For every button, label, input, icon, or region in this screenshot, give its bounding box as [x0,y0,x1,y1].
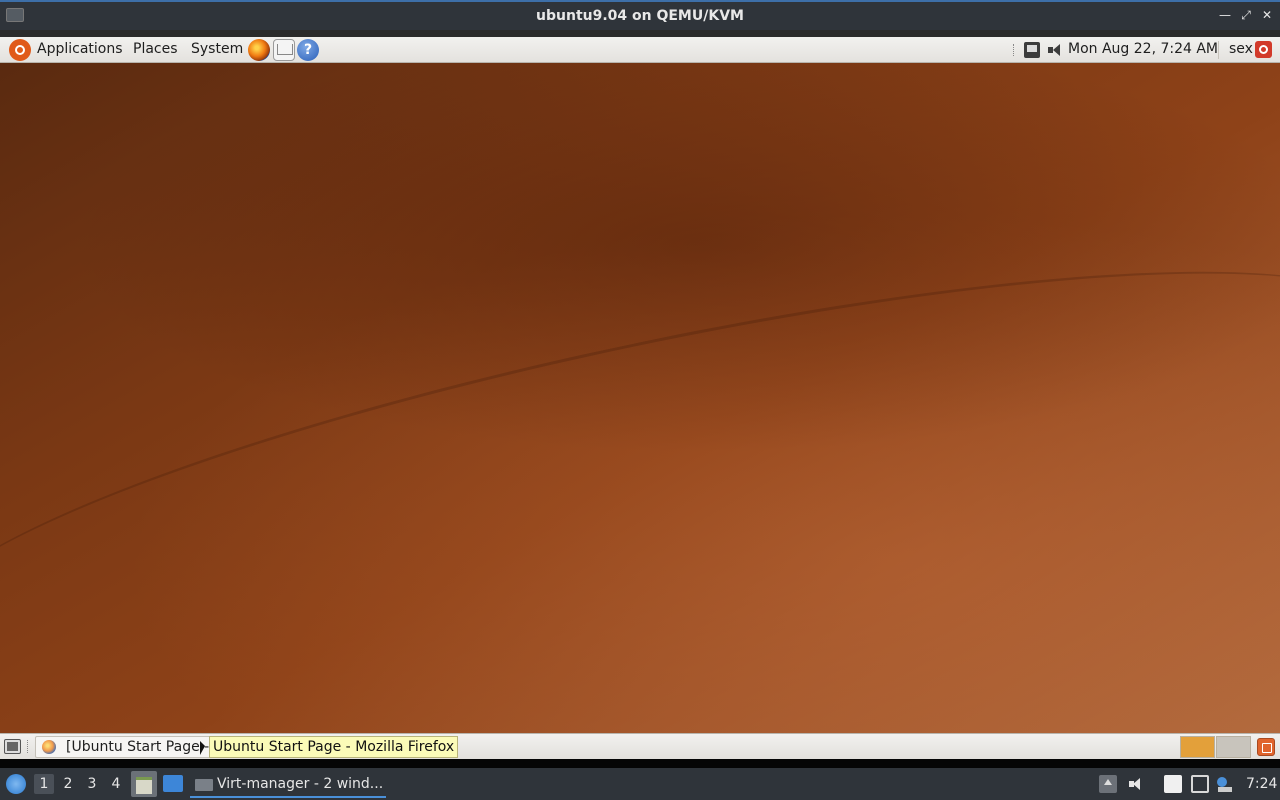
host-window-titlebar[interactable]: ubuntu9.04 on QEMU/KVM — ⤢ ✕ [0,0,1280,30]
applications-menu[interactable]: Applications [37,37,123,62]
network-icon[interactable] [1191,775,1209,793]
panel-separator [1218,41,1219,59]
guest-bottom-panel: [Ubuntu Start Page - M Ubuntu Start Page… [0,733,1280,759]
host-clock[interactable]: 7:24 [1246,768,1277,800]
virt-manager-icon [195,779,213,791]
user-name[interactable]: sex [1229,37,1253,62]
desktop-2-button[interactable]: 2 [58,774,78,794]
show-desktop-icon[interactable] [163,775,183,792]
host-menu-icon[interactable] [6,774,26,794]
network-icon[interactable] [1024,42,1040,58]
workspace-1[interactable] [1180,736,1215,758]
clipboard-icon[interactable] [1164,775,1182,793]
file-manager-icon[interactable] [131,771,157,797]
wallpaper-wave [0,189,1280,757]
task-label: [Ubuntu Start Page - M [66,739,215,755]
notification-icon[interactable] [1216,775,1234,793]
power-icon[interactable] [1255,41,1272,58]
maximize-icon[interactable]: ⤢ [1237,6,1255,24]
host-taskbar: 1 2 3 4 Virt-manager - 2 wind... 7:24 [0,759,1280,800]
desktop-4-button[interactable]: 4 [106,774,126,794]
ubuntu-logo-icon[interactable] [9,39,31,61]
workspace-2[interactable] [1216,736,1251,758]
guest-clock[interactable]: Mon Aug 22, 7:24 AM [1068,37,1218,62]
tray-up-arrow-icon[interactable] [1099,775,1117,793]
mail-launcher-icon[interactable] [273,39,295,61]
mouse-cursor-icon [200,741,205,755]
trash-icon[interactable] [1257,738,1275,756]
panel-grip [27,740,28,753]
guest-top-panel: Applications Places System ? Mon Aug 22,… [0,37,1280,63]
panel-separator [1013,44,1015,56]
firefox-task-button[interactable]: [Ubuntu Start Page - M [35,736,215,758]
task-tooltip: Ubuntu Start Page - Mozilla Firefox [209,736,459,758]
volume-icon[interactable] [1047,42,1063,58]
close-icon[interactable]: ✕ [1258,6,1276,24]
desktop-3-button[interactable]: 3 [82,774,102,794]
task-label: Virt-manager - 2 wind... [217,776,384,792]
system-menu[interactable]: System [191,37,243,62]
show-desktop-icon[interactable] [4,739,21,754]
firefox-launcher-icon[interactable] [248,39,270,61]
window-title: ubuntu9.04 on QEMU/KVM [536,8,744,24]
host-taskbar-strip [0,759,1280,768]
firefox-icon [42,740,56,754]
workspace-switcher[interactable] [1180,736,1252,758]
volume-icon[interactable] [1127,775,1145,793]
virt-manager-task-button[interactable]: Virt-manager - 2 wind... [190,770,386,798]
help-launcher-icon[interactable]: ? [297,39,319,61]
places-menu[interactable]: Places [133,37,178,62]
guest-desktop[interactable] [0,63,1280,757]
desktop-1-button[interactable]: 1 [34,774,54,794]
minimize-icon[interactable]: — [1216,6,1234,24]
